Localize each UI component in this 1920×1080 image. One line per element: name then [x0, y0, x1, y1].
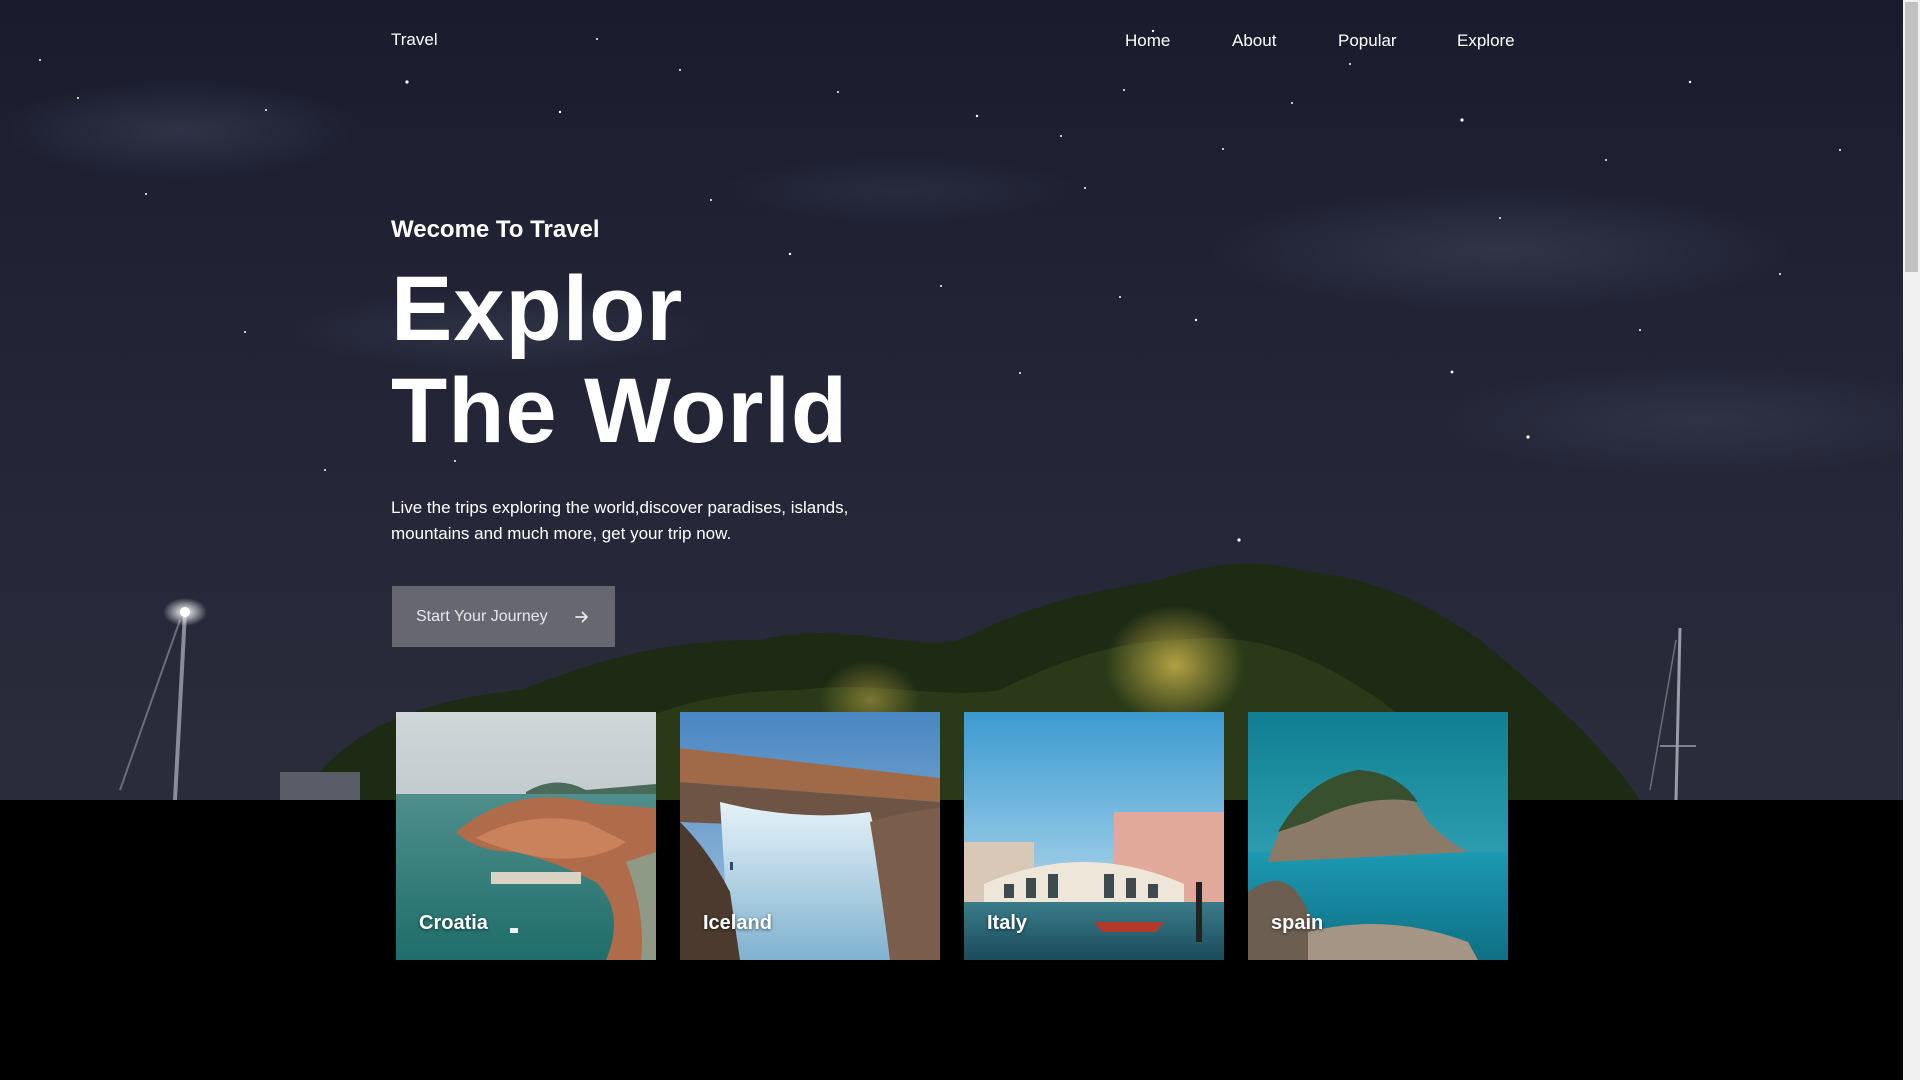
island-hill-silhouette	[119, 563, 1696, 800]
destination-card-italy[interactable]: Italy	[964, 712, 1224, 960]
destination-label-croatia: Croatia	[419, 912, 488, 934]
hero-description: Live the trips exploring the world,disco…	[391, 498, 849, 543]
scrollbar-thumb[interactable]	[1905, 2, 1918, 272]
destination-label-iceland: Iceland	[703, 912, 772, 934]
destination-label-spain: spain	[1271, 912, 1324, 934]
destination-card-spain[interactable]: spain	[1248, 712, 1508, 960]
hero-background	[0, 0, 1903, 800]
hero-title-line1: Explor	[391, 258, 684, 360]
nav-home[interactable]: Home	[1125, 31, 1170, 51]
arrow-right-icon	[575, 611, 588, 623]
start-journey-button[interactable]: Start Your Journey	[392, 586, 615, 647]
hero-eyebrow: Wecome To Travel	[391, 216, 600, 243]
start-journey-label: Start Your Journey	[416, 607, 548, 625]
nav-about[interactable]: About	[1232, 31, 1276, 51]
lower-section-background	[0, 800, 1903, 1080]
destination-card-iceland[interactable]: Iceland	[680, 712, 940, 960]
destination-label-italy: Italy	[987, 912, 1028, 934]
brand-logo[interactable]: Travel	[391, 30, 438, 50]
nav-explore[interactable]: Explore	[1457, 31, 1515, 51]
destination-card-croatia[interactable]: Croatia	[396, 712, 656, 960]
hero-title-line2: The World	[391, 360, 849, 462]
nav-popular[interactable]: Popular	[1338, 31, 1397, 51]
